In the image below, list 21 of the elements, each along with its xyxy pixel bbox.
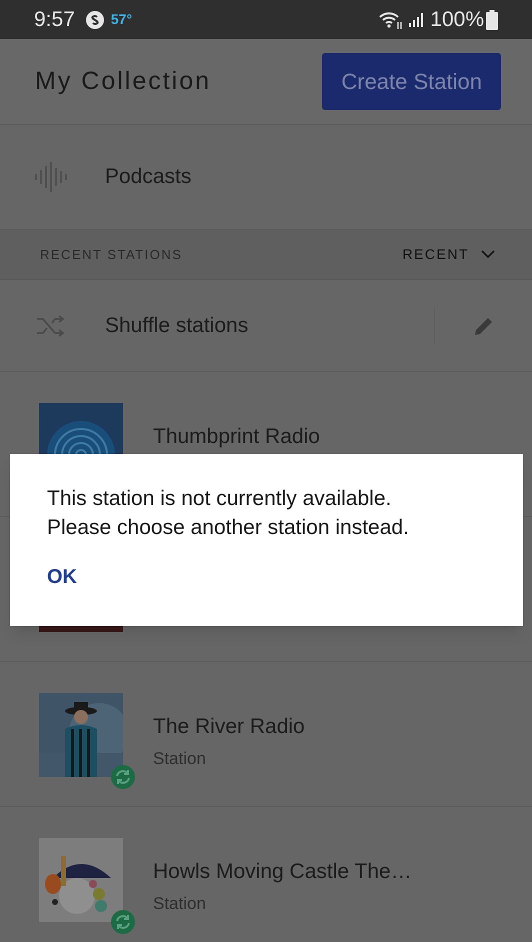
create-station-button[interactable]: Create Station — [322, 53, 501, 110]
battery-icon — [486, 10, 498, 30]
station-title[interactable]: Howls Moving Castle The… — [153, 856, 412, 888]
ok-button[interactable]: OK — [37, 556, 87, 598]
station-title[interactable]: The River Radio — [153, 711, 305, 742]
sort-dropdown[interactable]: RECENT — [402, 244, 495, 265]
wifi-icon — [378, 10, 404, 30]
shuffle-icon — [37, 314, 65, 336]
station-type: Station — [153, 892, 207, 914]
dialog-message: This station is not currently available. Please choose another station instead. — [47, 486, 410, 541]
page-title: My Collection — [35, 66, 212, 97]
station-title[interactable]: Thumbprint Radio — [153, 421, 320, 452]
audio-wave-icon — [34, 162, 68, 192]
station-type: Station — [153, 748, 207, 770]
signal-icon — [408, 12, 424, 28]
battery-level: 100% — [430, 6, 484, 33]
time: 9:57 — [34, 6, 75, 33]
chevron-down-icon — [481, 250, 495, 259]
app-icon — [84, 10, 105, 30]
temperature: 57° — [110, 10, 132, 29]
shuffle-stations-item[interactable]: Shuffle stations — [105, 310, 248, 342]
